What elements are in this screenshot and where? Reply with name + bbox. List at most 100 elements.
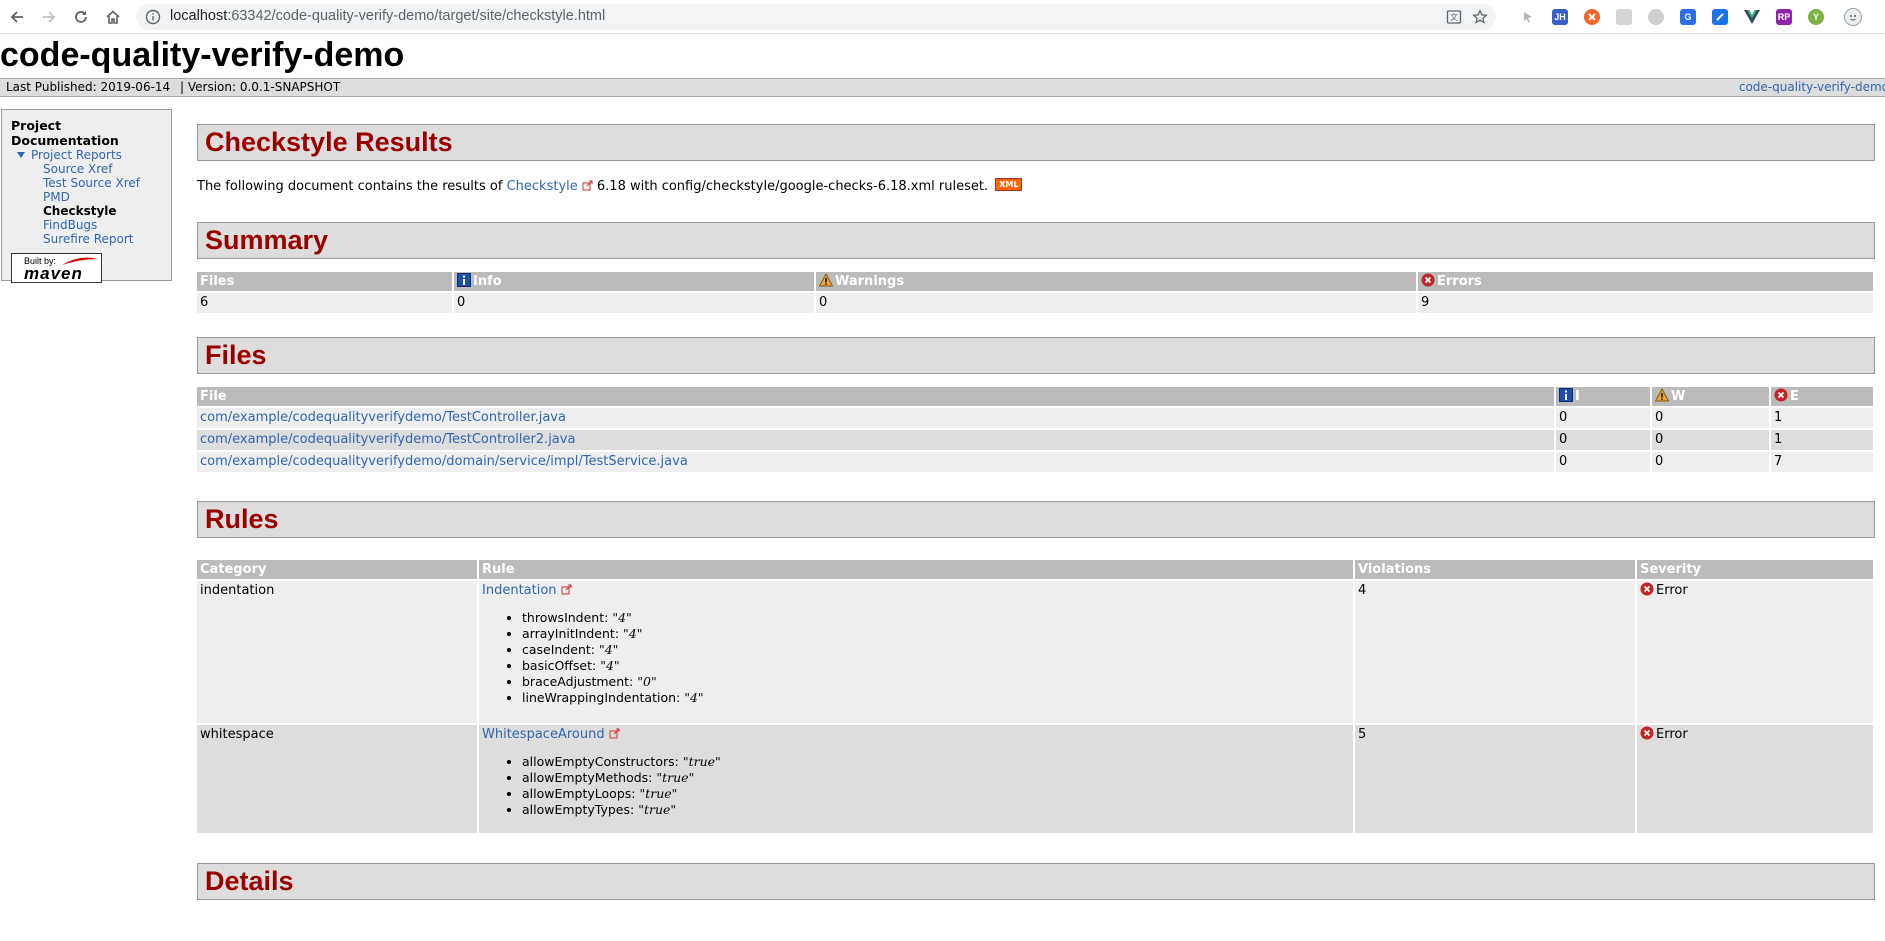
address-bar[interactable]: localhost:63342/code-quality-verify-demo… — [136, 4, 1496, 30]
rule-violations: 5 — [1355, 725, 1635, 833]
vue-ext-icon[interactable] — [1744, 9, 1760, 25]
site-title: code-quality-verify-demo — [0, 36, 405, 74]
breadcrumb-project-link[interactable]: code-quality-verify-demo — [1739, 79, 1885, 96]
intro-text-after: 6.18 with config/checkstyle/google-check… — [592, 179, 989, 194]
nav-link-findbugs[interactable]: FindBugs — [43, 218, 97, 232]
warnings-label: Warnings — [835, 273, 905, 289]
files-heading: Files — [197, 337, 1875, 374]
summary-table: Files Info Warnings Errors 6 0 0 9 — [195, 270, 1875, 315]
list-item: allowEmptyConstructors: "true" — [522, 754, 1350, 770]
file-errors-count: 1 — [1771, 430, 1873, 450]
blue-square-ext-icon[interactable] — [1712, 9, 1728, 25]
collapse-triangle-icon[interactable] — [17, 152, 25, 158]
cursor-ext-icon[interactable] — [1520, 9, 1536, 25]
table-row: whitespace WhitespaceAround allowEmptyCo… — [197, 725, 1873, 833]
intro-paragraph: The following document contains the resu… — [197, 178, 1875, 196]
files-header-errors: E — [1771, 387, 1873, 406]
maven-feather-icon — [62, 257, 98, 265]
error-icon — [1640, 582, 1654, 596]
last-published: Last Published: 2019-06-14 — [6, 80, 171, 94]
nav-link-test-source-xref[interactable]: Test Source Xref — [43, 176, 140, 190]
rule-severity: Error — [1637, 581, 1873, 723]
info-icon[interactable] — [145, 9, 161, 25]
built-by-maven-logo[interactable]: Built by: maven — [11, 253, 102, 283]
grey-ext-icon[interactable] — [1616, 9, 1632, 25]
nav-link-pmd[interactable]: PMD — [43, 190, 70, 204]
back-arrow-icon — [10, 11, 23, 23]
list-item: lineWrappingIndentation: "4" — [522, 690, 1350, 706]
errors-label: Errors — [1437, 273, 1482, 289]
rp-ext-icon[interactable]: RP — [1776, 9, 1792, 25]
translate-icon[interactable]: 文 — [1446, 9, 1462, 25]
svg-text:文: 文 — [1450, 12, 1458, 22]
rule-category: whitespace — [197, 725, 477, 833]
file-link[interactable]: com/example/codequalityverifydemo/TestCo… — [200, 432, 575, 447]
table-row: com/example/codequalityverifydemo/TestCo… — [197, 430, 1873, 450]
home-button[interactable] — [102, 6, 124, 28]
checkstyle-results-heading: Checkstyle Results — [197, 124, 1875, 161]
breadcrumb: Last Published: 2019-06-14 | Version: 0.… — [0, 78, 1885, 97]
severity-label: Error — [1656, 727, 1688, 742]
back-button[interactable] — [6, 6, 28, 28]
nav-link-source-xref[interactable]: Source Xref — [43, 162, 113, 176]
jh-ext-icon[interactable]: JH — [1552, 9, 1568, 25]
info-abbrev: I — [1575, 388, 1580, 404]
forward-arrow-icon — [43, 11, 56, 23]
table-row: com/example/codequalityverifydemo/domain… — [197, 452, 1873, 472]
nav-group-project-reports[interactable]: Project Reports — [17, 148, 171, 162]
rule-cell: WhitespaceAround allowEmptyConstructors:… — [479, 725, 1353, 833]
file-link[interactable]: com/example/codequalityverifydemo/TestCo… — [200, 410, 566, 425]
url-path: :63342/code-quality-verify-demo/target/s… — [227, 8, 606, 24]
translate-ext-icon[interactable]: G — [1680, 9, 1696, 25]
xml-badge-link[interactable]: XML — [995, 178, 1023, 191]
summary-files-count: 6 — [197, 293, 452, 313]
cat-ext-icon[interactable] — [1648, 9, 1664, 25]
rule-severity: Error — [1637, 725, 1873, 833]
rules-header-category: Category — [197, 560, 477, 579]
profile-avatar-icon[interactable] — [1844, 8, 1862, 26]
file-info-count: 0 — [1556, 452, 1650, 472]
external-link-icon — [582, 180, 593, 191]
main-content: Checkstyle Results The following documen… — [197, 124, 1875, 900]
file-errors-count: 1 — [1771, 408, 1873, 428]
reload-button[interactable] — [70, 6, 92, 28]
list-item: caseIndent: "4" — [522, 642, 1350, 658]
summary-heading: Summary — [197, 222, 1875, 259]
severity-label: Error — [1656, 583, 1688, 598]
orange-ext-icon[interactable] — [1584, 9, 1600, 25]
y-ext-icon[interactable]: Y — [1808, 9, 1824, 25]
file-warnings-count: 0 — [1652, 408, 1769, 428]
checkstyle-link[interactable]: Checkstyle — [507, 179, 578, 194]
table-row: indentation Indentation throwsIndent: "4… — [197, 581, 1873, 723]
rule-link[interactable]: Indentation — [482, 583, 557, 598]
url-host: localhost — [170, 8, 228, 24]
external-link-icon — [561, 584, 572, 595]
summary-errors-count: 9 — [1418, 293, 1873, 313]
rule-link[interactable]: WhitespaceAround — [482, 727, 605, 742]
forward-button[interactable] — [38, 6, 60, 28]
list-item: allowEmptyMethods: "true" — [522, 770, 1350, 786]
list-item: arrayInitIndent: "4" — [522, 626, 1350, 642]
error-icon — [1774, 388, 1788, 401]
summary-header-warnings: Warnings — [816, 272, 1416, 291]
maven-wordmark: maven — [24, 264, 83, 283]
left-navigation: Project Documentation Project Reports So… — [1, 109, 172, 283]
home-icon — [106, 10, 120, 24]
list-item: allowEmptyTypes: "true" — [522, 802, 1350, 818]
summary-header-errors: Errors — [1418, 272, 1873, 291]
summary-warnings-count: 0 — [816, 293, 1416, 313]
external-link-icon — [609, 728, 620, 739]
browser-toolbar: localhost:63342/code-quality-verify-demo… — [0, 0, 1885, 34]
table-row: com/example/codequalityverifydemo/TestCo… — [197, 408, 1873, 428]
rule-properties-list: allowEmptyConstructors: "true" allowEmpt… — [482, 754, 1350, 818]
nav-link-surefire-report[interactable]: Surefire Report — [43, 232, 133, 246]
file-link[interactable]: com/example/codequalityverifydemo/domain… — [200, 454, 688, 469]
rules-header-violations: Violations — [1355, 560, 1635, 579]
warning-icon — [1655, 387, 1669, 401]
nav-link-project-reports[interactable]: Project Reports — [31, 148, 122, 162]
url-text[interactable]: localhost:63342/code-quality-verify-demo… — [170, 8, 605, 24]
list-item: throwsIndent: "4" — [522, 610, 1350, 626]
files-table: File I W E com/example/codequalityverify… — [195, 385, 1875, 474]
bookmark-star-icon[interactable] — [1472, 9, 1488, 25]
summary-header-info: Info — [454, 272, 814, 291]
